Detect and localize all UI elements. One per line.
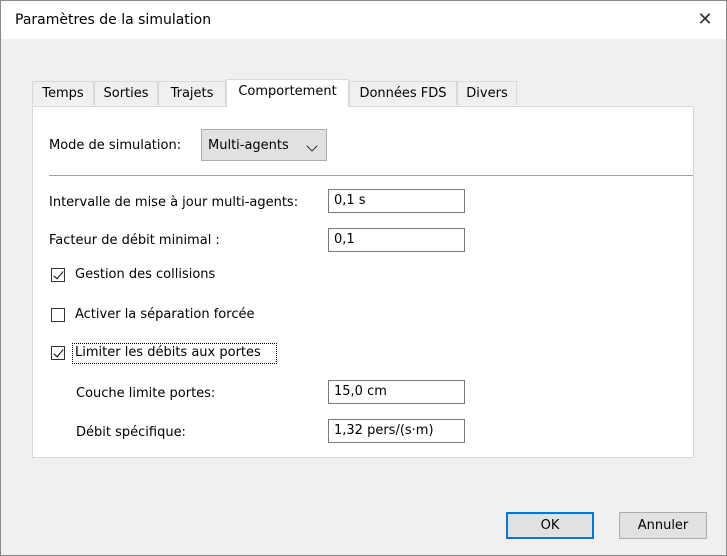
mode-label: Mode de simulation: — [49, 138, 182, 153]
limit-doors-label: Limiter les débits aux portes — [75, 345, 261, 360]
collisions-checkbox[interactable] — [51, 268, 65, 282]
ok-button[interactable]: OK — [506, 512, 594, 539]
title-bar: Paramètres de la simulation ✕ — [1, 1, 726, 39]
specific-flow-label: Débit spécifique: — [76, 425, 186, 440]
simulation-mode-value: Multi-agents — [208, 138, 289, 153]
separator — [49, 175, 693, 176]
boundary-label: Couche limite portes: — [76, 386, 216, 401]
collisions-label: Gestion des collisions — [75, 267, 216, 282]
tab-comportement[interactable]: Comportement — [226, 79, 349, 107]
boundary-input[interactable]: 15,0 cm — [328, 380, 465, 404]
close-icon[interactable]: ✕ — [690, 5, 720, 35]
tab-divers[interactable]: Divers — [457, 81, 517, 105]
simulation-settings-dialog: Paramètres de la simulation ✕ Temps Sort… — [0, 0, 727, 556]
tab-panel-comportement — [32, 106, 694, 458]
simulation-mode-select[interactable]: Multi-agents — [201, 129, 327, 161]
tab-temps[interactable]: Temps — [32, 81, 94, 105]
limit-doors-checkbox[interactable] — [51, 346, 65, 360]
interval-label: Intervalle de mise à jour multi-agents: — [49, 195, 299, 210]
chevron-down-icon — [306, 140, 318, 152]
separation-checkbox[interactable] — [51, 308, 65, 322]
factor-input[interactable]: 0,1 — [328, 228, 465, 252]
tab-donnees-fds[interactable]: Données FDS — [349, 81, 457, 105]
tab-trajets[interactable]: Trajets — [158, 81, 226, 105]
cancel-button[interactable]: Annuler — [619, 512, 707, 539]
specific-flow-input[interactable]: 1,32 pers/(s·m) — [328, 419, 465, 443]
separation-label: Activer la séparation forcée — [75, 307, 255, 322]
dialog-title: Paramètres de la simulation — [15, 12, 212, 28]
factor-label: Facteur de débit minimal : — [49, 233, 220, 248]
tab-sorties[interactable]: Sorties — [94, 81, 158, 105]
interval-input[interactable]: 0,1 s — [328, 189, 465, 213]
